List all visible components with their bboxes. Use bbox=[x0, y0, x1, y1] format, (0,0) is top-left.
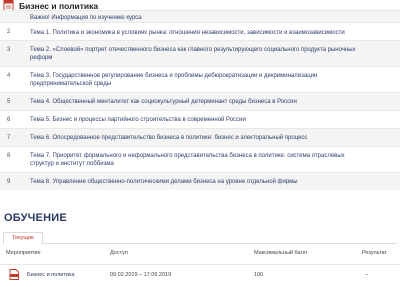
module-link[interactable]: Тема 5. Бизнес и процессы партийного стр… bbox=[30, 116, 394, 124]
table-row[interactable]: Бизнес и политика 09.02.2019 – 17.06.201… bbox=[0, 264, 400, 282]
module-number: 5 bbox=[7, 99, 11, 105]
section-title: ОБУЧЕНИЕ bbox=[4, 212, 67, 224]
module-number: 9 bbox=[7, 179, 11, 185]
module-link[interactable]: Тема 8. Управление общественно-политичес… bbox=[30, 178, 394, 186]
tab-current[interactable]: Текущие bbox=[3, 232, 43, 245]
module-row[interactable]: 2 Тема 1. Политика и экономика в условия… bbox=[0, 22, 400, 40]
module-row[interactable]: 8 Тема 7. Приоритет формального и неформ… bbox=[0, 146, 400, 172]
module-number: 7 bbox=[7, 135, 11, 141]
module-number: 4 bbox=[7, 73, 11, 79]
tab-bar: Текущие bbox=[3, 232, 397, 245]
module-row[interactable]: Важно! Информация по изучению курса bbox=[0, 10, 400, 22]
access-dates: 09.02.2019 – 17.06.2019 bbox=[110, 272, 172, 278]
pdf-file-icon bbox=[9, 269, 19, 280]
module-link[interactable]: Тема 2. «Слоевой» портрет отечественного… bbox=[30, 46, 360, 62]
module-number: 3 bbox=[7, 47, 11, 53]
module-row[interactable]: 3 Тема 2. «Слоевой» портрет отечественно… bbox=[0, 40, 400, 66]
module-row[interactable]: 7 Тема 6. Опосредованное представительст… bbox=[0, 128, 400, 146]
module-row[interactable]: 5 Тема 4. Общественный менталитет как со… bbox=[0, 92, 400, 110]
module-list: Важно! Информация по изучению курса 2 Те… bbox=[0, 10, 400, 190]
module-number: 6 bbox=[7, 117, 11, 123]
module-link[interactable]: Тема 4. Общественный менталитет как соци… bbox=[30, 98, 394, 106]
module-link[interactable]: Тема 6. Опосредованное представительство… bbox=[30, 134, 394, 142]
header-activity: Мероприятие bbox=[6, 250, 41, 256]
table-header: Мероприятие Доступ Максимальный балл Рез… bbox=[0, 249, 400, 259]
module-row[interactable]: 4 Тема 3. Государственное регулирование … bbox=[0, 66, 400, 92]
module-number: 8 bbox=[7, 153, 11, 159]
max-score: 100 bbox=[254, 272, 264, 278]
module-link[interactable]: Тема 1. Политика и экономика в условиях … bbox=[30, 29, 394, 37]
header-result: Результат bbox=[362, 250, 388, 256]
activity-link[interactable]: Бизнес и политика bbox=[27, 272, 75, 278]
module-row[interactable]: 6 Тема 5. Бизнес и процессы партийного с… bbox=[0, 110, 400, 128]
header-access: Доступ bbox=[110, 250, 128, 256]
module-link[interactable]: Важно! Информация по изучению курса bbox=[30, 14, 394, 22]
result-value: – bbox=[365, 272, 369, 278]
module-link[interactable]: Тема 3. Государственное регулирование би… bbox=[30, 72, 360, 88]
module-link[interactable]: Тема 7. Приоритет формального и неформал… bbox=[30, 152, 360, 168]
module-row[interactable]: 9 Тема 8. Управление общественно-политич… bbox=[0, 172, 400, 190]
module-number: 2 bbox=[7, 29, 11, 35]
header-max-score: Максимальный балл bbox=[254, 250, 307, 256]
